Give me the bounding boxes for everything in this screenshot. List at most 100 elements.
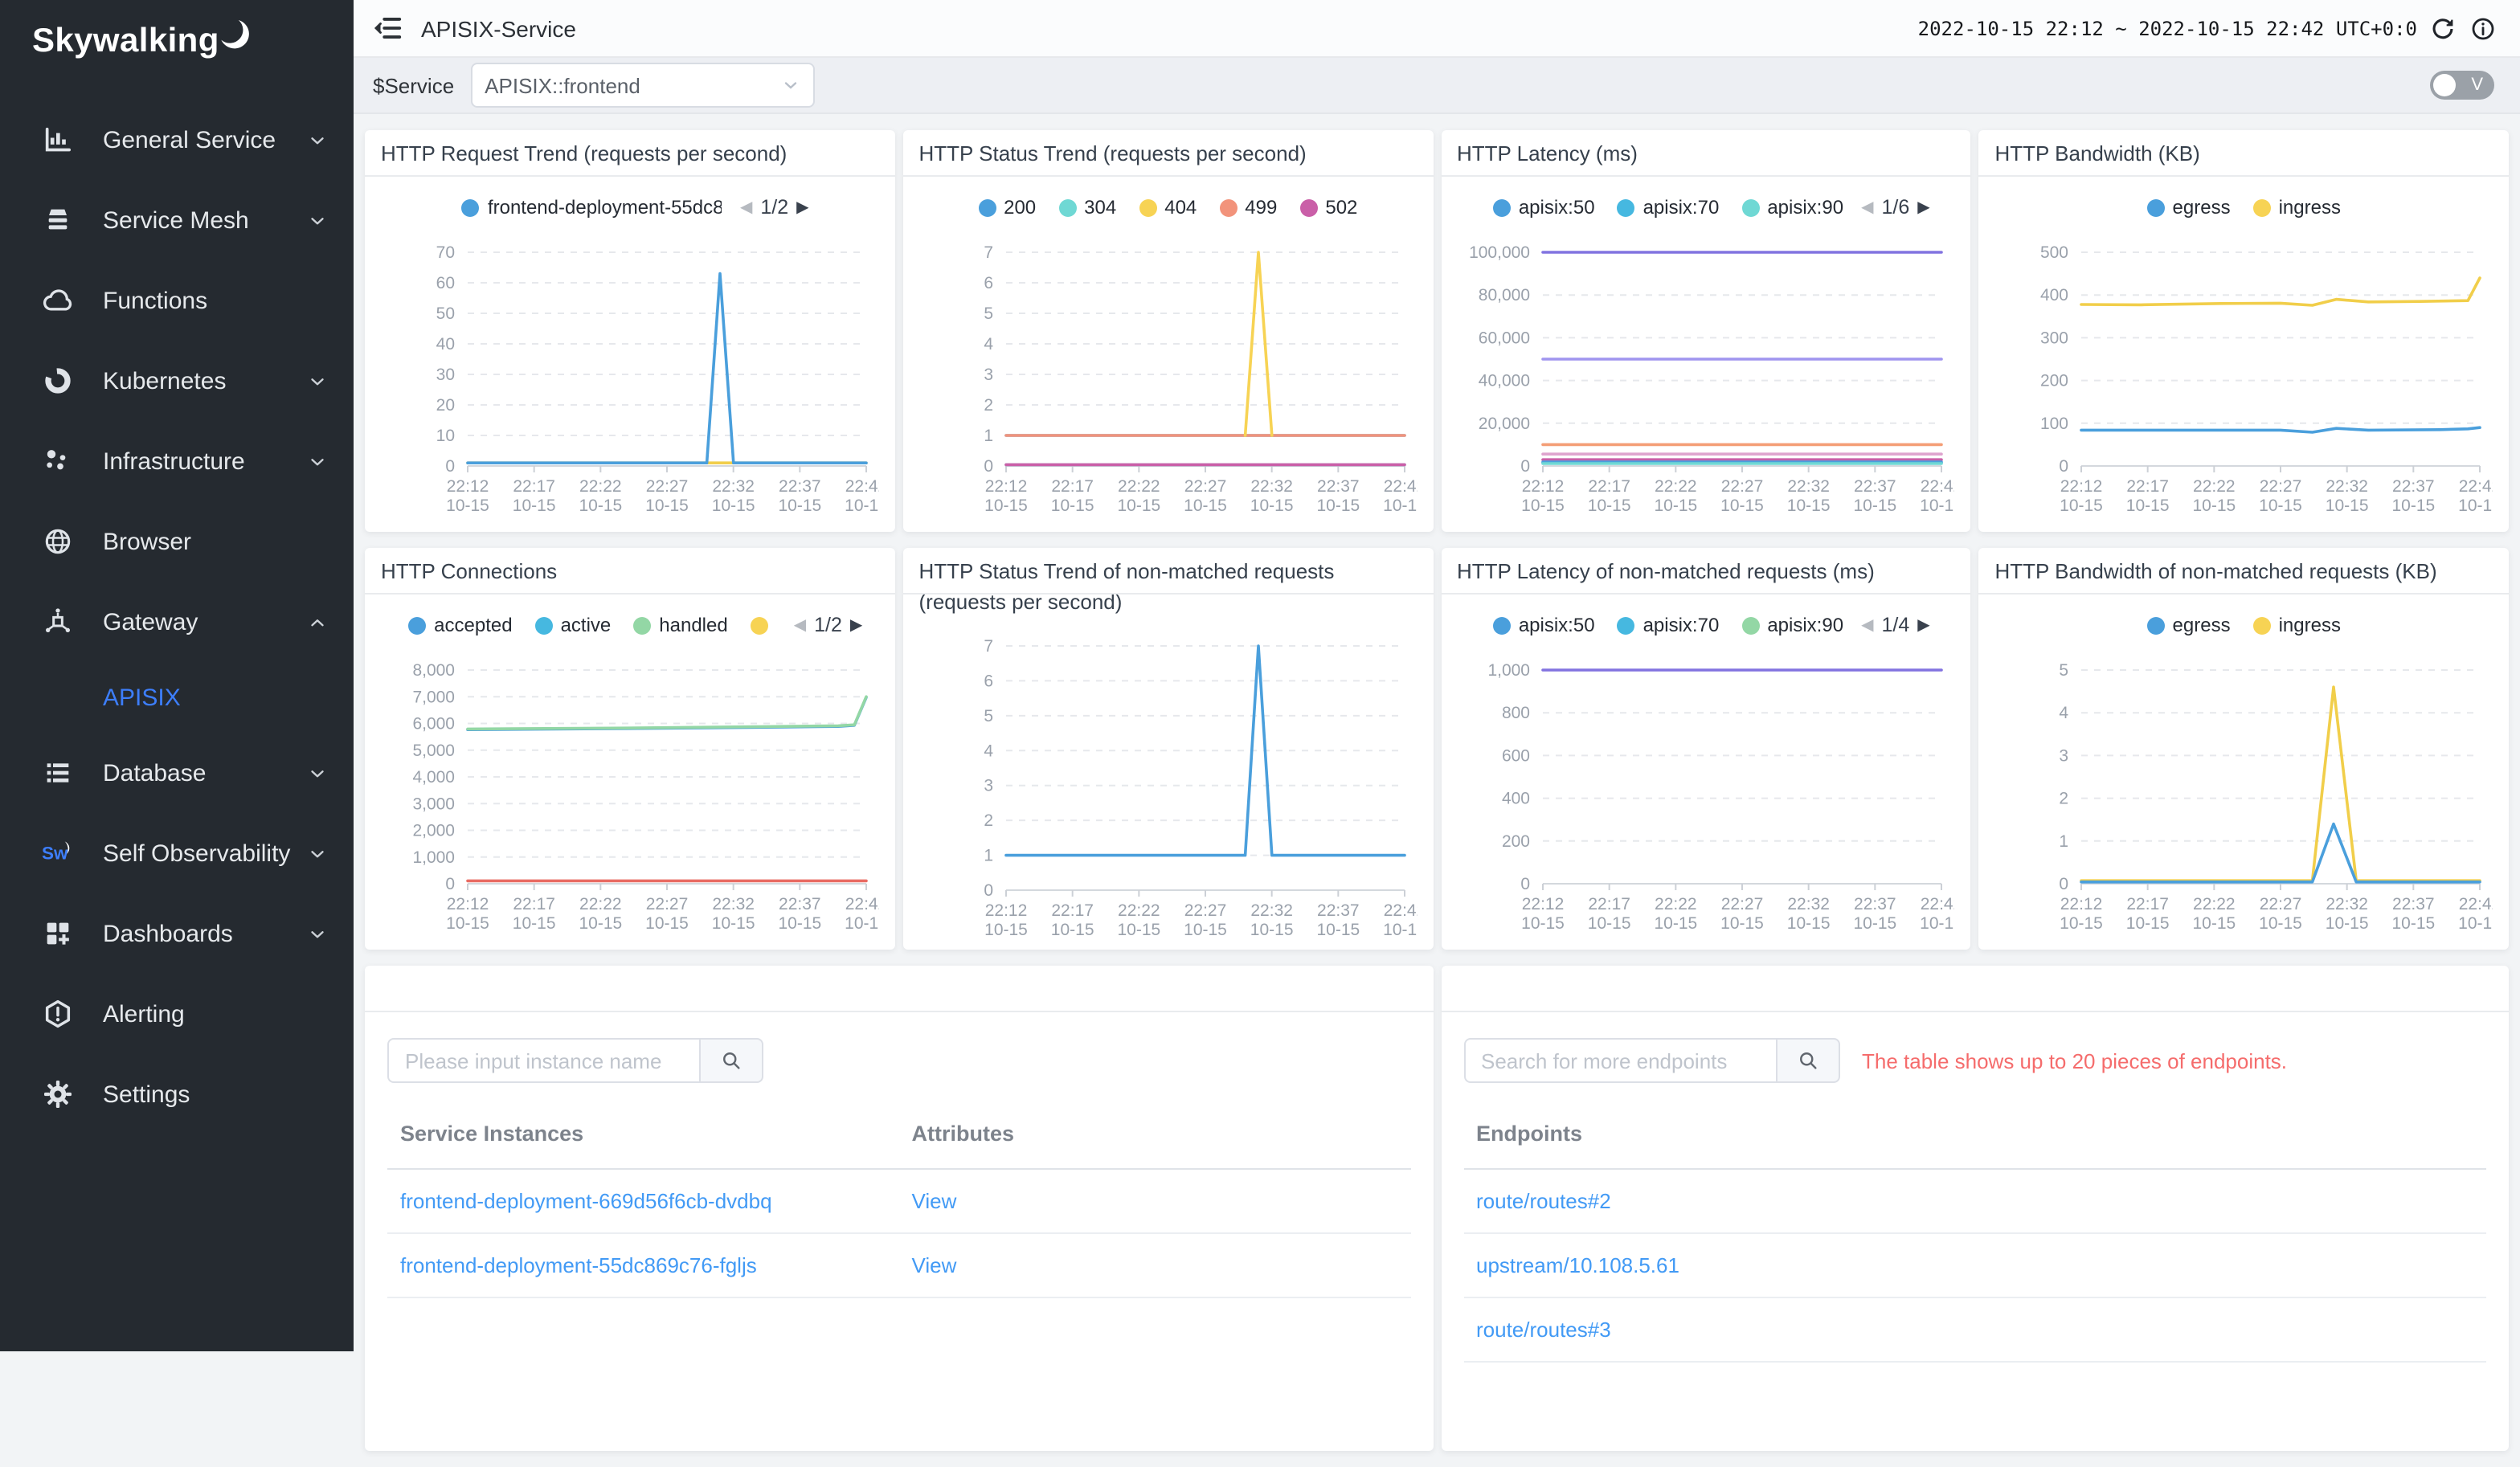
- legend-next-icon[interactable]: ▶: [796, 198, 808, 216]
- endpoint-search-input[interactable]: [1463, 1038, 1775, 1083]
- legend-item[interactable]: egress: [2147, 196, 2231, 219]
- endpoint-search-button[interactable]: [1775, 1038, 1839, 1083]
- legend-item[interactable]: active: [535, 614, 612, 636]
- legend-item[interactable]: accepted: [408, 614, 512, 636]
- instance-link[interactable]: frontend-deployment-669d56f6cb-dvdbq: [400, 1189, 772, 1213]
- endpoint-link[interactable]: route/routes#2: [1476, 1189, 1611, 1213]
- card-title: [1441, 966, 2509, 1011]
- legend-item[interactable]: apisix:50: [1493, 614, 1595, 636]
- legend-dot: [2253, 616, 2271, 634]
- svg-text:22:1710-15: 22:1710-15: [513, 477, 556, 515]
- legend-dot: [1058, 198, 1076, 216]
- skywalking-app: Skywalking General ServiceService MeshFu…: [0, 0, 2520, 1351]
- chart-title: HTTP Status Trend of non-matched request…: [903, 548, 1434, 623]
- logo-text: Skywalking: [32, 22, 219, 61]
- info-icon[interactable]: [2470, 14, 2498, 42]
- svg-text:22:1210-15: 22:1210-15: [446, 477, 489, 515]
- card-title: [365, 966, 1433, 1011]
- legend-item[interactable]: frontend-deployment-55dc869c76-fg: [462, 196, 722, 219]
- sidebar-item-service-mesh[interactable]: Service Mesh: [0, 180, 354, 260]
- legend-item[interactable]: 404: [1139, 196, 1197, 219]
- sidebar-item-label: Dashboards: [103, 920, 307, 947]
- legend-item[interactable]: apisix:70: [1618, 614, 1720, 636]
- view-mode-toggle[interactable]: V: [2430, 71, 2494, 100]
- svg-text:22:2710-15: 22:2710-15: [1721, 895, 1765, 933]
- svg-text:2: 2: [984, 396, 993, 415]
- chart-card-http-status-trend-requests-per-second: HTTP Status Trend (requests per second)2…: [903, 130, 1434, 532]
- legend-item[interactable]: apisix:90: [1741, 196, 1843, 219]
- sidebar-item-functions[interactable]: Functions: [0, 260, 354, 341]
- sidebar-item-infrastructure[interactable]: Infrastructure: [0, 421, 354, 501]
- sidebar-item-settings[interactable]: Settings: [0, 1054, 354, 1134]
- legend-page: 1/2: [760, 196, 788, 219]
- chart-title: HTTP Request Trend (requests per second): [365, 130, 895, 175]
- legend-item[interactable]: [751, 616, 776, 634]
- instance-search-button[interactable]: [699, 1038, 763, 1083]
- column-header: Attributes: [899, 1109, 1411, 1169]
- legend-item[interactable]: 499: [1219, 196, 1277, 219]
- svg-text:Sw: Sw: [42, 844, 68, 864]
- legend-dot: [2147, 198, 2165, 216]
- service-var-label: $Service: [373, 73, 454, 97]
- endpoint-link[interactable]: upstream/10.108.5.61: [1476, 1253, 1679, 1277]
- svg-text:70: 70: [436, 243, 454, 262]
- endpoint-link[interactable]: route/routes#3: [1476, 1318, 1611, 1342]
- refresh-icon[interactable]: [2430, 14, 2457, 42]
- legend-prev-icon[interactable]: ◀: [794, 616, 806, 634]
- time-range[interactable]: 2022-10-15 22:12 ~ 2022-10-15 22:42 UTC+…: [1918, 17, 2417, 39]
- chart-title: HTTP Bandwidth of non-matched requests (…: [1979, 548, 2510, 593]
- legend-next-icon[interactable]: ▶: [1917, 616, 1929, 634]
- chart-card-http-bandwidth-kb: HTTP Bandwidth (KB)egressingress01002003…: [1979, 130, 2510, 532]
- sidebar-item-database[interactable]: Database: [0, 733, 354, 813]
- svg-text:22:4210-15: 22:4210-15: [1921, 477, 1955, 515]
- chart-title: HTTP Latency of non-matched requests (ms…: [1441, 548, 1971, 593]
- legend-next-icon[interactable]: ▶: [1917, 198, 1929, 216]
- sidebar-item-kubernetes[interactable]: Kubernetes: [0, 341, 354, 421]
- svg-text:10: 10: [436, 427, 454, 445]
- legend-item[interactable]: ingress: [2253, 196, 2341, 219]
- svg-text:22:4210-15: 22:4210-15: [1382, 477, 1417, 515]
- sidebar-item-alerting[interactable]: Alerting: [0, 974, 354, 1054]
- instance-search-input[interactable]: [387, 1038, 699, 1083]
- legend-item[interactable]: 502: [1299, 196, 1357, 219]
- svg-text:4: 4: [2060, 704, 2069, 722]
- svg-text:40,000: 40,000: [1479, 372, 1531, 390]
- legend-prev-icon[interactable]: ◀: [1861, 198, 1873, 216]
- svg-text:7: 7: [984, 243, 993, 262]
- chart-legend: egress ingress: [1989, 609, 2500, 641]
- legend-pagination: ◀1/4▶: [1861, 614, 1930, 636]
- view-attributes-link[interactable]: View: [912, 1189, 957, 1213]
- legend-item[interactable]: 304: [1058, 196, 1116, 219]
- svg-text:3,000: 3,000: [412, 795, 455, 813]
- svg-text:7: 7: [984, 637, 993, 656]
- sidebar-item-general-service[interactable]: General Service: [0, 100, 354, 180]
- legend-item[interactable]: handled: [633, 614, 727, 636]
- svg-text:22:3710-15: 22:3710-15: [778, 477, 821, 515]
- legend-item[interactable]: apisix:70: [1618, 196, 1720, 219]
- legend-item[interactable]: 200: [978, 196, 1036, 219]
- svg-text:20: 20: [436, 396, 454, 415]
- sidebar-item-browser[interactable]: Browser: [0, 501, 354, 582]
- service-bar: $Service APISIX::frontend V: [354, 58, 2520, 114]
- legend-item[interactable]: egress: [2147, 614, 2231, 636]
- legend-item[interactable]: ingress: [2253, 614, 2341, 636]
- view-attributes-link[interactable]: View: [912, 1253, 957, 1277]
- legend-next-icon[interactable]: ▶: [850, 616, 862, 634]
- svg-text:22:1210-15: 22:1210-15: [446, 895, 489, 933]
- legend-prev-icon[interactable]: ◀: [1861, 616, 1873, 634]
- svg-text:22:3710-15: 22:3710-15: [1854, 895, 1897, 933]
- svg-text:0: 0: [2060, 875, 2069, 893]
- sidebar-item-gateway[interactable]: Gateway: [0, 582, 354, 662]
- legend-item[interactable]: apisix:90: [1741, 614, 1843, 636]
- svg-text:22:1710-15: 22:1710-15: [1050, 901, 1094, 939]
- legend-item[interactable]: apisix:50: [1493, 196, 1595, 219]
- sidebar-item-self-observability[interactable]: SwSelf Observability: [0, 813, 354, 893]
- service-select[interactable]: APISIX::frontend: [470, 63, 814, 108]
- instance-link[interactable]: frontend-deployment-55dc869c76-fgljs: [400, 1253, 757, 1277]
- svg-text:6: 6: [984, 672, 993, 690]
- sidebar-collapse-icon[interactable]: [373, 12, 405, 44]
- sidebar-item-dashboards[interactable]: Dashboards: [0, 893, 354, 974]
- legend-prev-icon[interactable]: ◀: [740, 198, 752, 216]
- chart-card-http-status-trend-of-non-matched-request: HTTP Status Trend of non-matched request…: [903, 548, 1434, 950]
- sidebar-item-apisix[interactable]: APISIX: [0, 662, 354, 733]
